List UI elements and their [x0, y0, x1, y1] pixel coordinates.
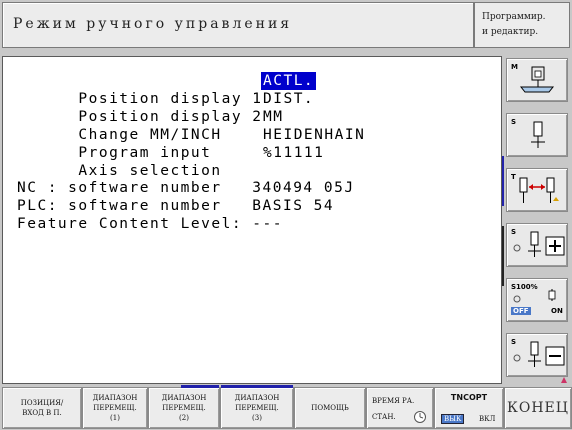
- softkey-label: (1): [110, 414, 120, 422]
- toggle-on-indicator: ВКЛ: [479, 415, 496, 423]
- softkey-tool[interactable]: T: [506, 168, 568, 212]
- softkey-label: (3): [252, 414, 262, 422]
- softkey-label: ДИАПАЗОН: [161, 394, 207, 402]
- secondary-mode-label-2: и редактир.: [482, 27, 539, 37]
- secondary-mode-box[interactable]: Программир. и редактир.: [474, 2, 570, 48]
- softkey-m-function[interactable]: M: [506, 58, 568, 102]
- feature-content-level: Feature Content Level: ---: [17, 216, 283, 232]
- page-title: Режим ручного управления: [13, 16, 293, 32]
- softkey-help[interactable]: ПОМОЩЬ: [294, 387, 366, 429]
- toggle-on-indicator: ON: [551, 307, 563, 315]
- setting-row-axis-selection[interactable]: Axis selection %11111: [17, 144, 322, 179]
- softkey-label: ПЕРЕМЕЩ.: [93, 404, 137, 412]
- mp-settings-panel: Position display 1 ACTL. Position displa…: [2, 56, 502, 384]
- setting-row-position-display-2[interactable]: Position display 2 DIST.: [17, 90, 312, 125]
- softkey-position-entry[interactable]: ПОЗИЦИЯ/ ВХОД В П.: [2, 387, 82, 429]
- active-range-marker: [221, 385, 293, 388]
- softkey-label: ПОМОЩЬ: [311, 404, 349, 412]
- setting-value-selected[interactable]: ACTL.: [261, 72, 317, 90]
- softkey-label: (2): [179, 414, 189, 422]
- setting-value[interactable]: MM: [263, 108, 283, 126]
- softkey-label: ВХОД В П.: [22, 409, 62, 417]
- softkey-label: ДИАПАЗОН: [92, 394, 138, 402]
- setting-value[interactable]: DIST.: [263, 90, 314, 108]
- tnc-screen: Режим ручного управления Программир. и р…: [0, 0, 572, 430]
- machine-table-icon: [519, 66, 555, 93]
- softkey-label: ДИАПАЗОН: [234, 394, 280, 402]
- softkey-spindle-minus[interactable]: S: [506, 333, 568, 377]
- softkey-traverse-range-2[interactable]: ДИАПАЗОН ПЕРЕМЕЩ. (2): [148, 385, 220, 429]
- setting-value[interactable]: HEIDENHAIN: [263, 126, 365, 144]
- mode-title-box: Режим ручного управления: [2, 2, 474, 48]
- setting-row-program-input[interactable]: Program input HEIDENHAIN: [17, 126, 363, 161]
- softkey-machine-time[interactable]: ВРЕМЯ РА. СТАН.: [366, 387, 434, 429]
- softkey-traverse-range-3[interactable]: ДИАПАЗОН ПЕРЕМЕЩ. (3): [220, 385, 294, 429]
- active-range-marker: [181, 385, 219, 388]
- softkey-spindle-plus[interactable]: S: [506, 223, 568, 267]
- spindle-speed-down-icon: [513, 341, 565, 367]
- setting-row-change-mm-inch[interactable]: Change MM/INCH MM: [17, 108, 282, 143]
- sidebar-divider: [502, 226, 504, 286]
- softkey-label: КОНЕЦ: [507, 400, 569, 416]
- vertical-softkey-bar: M S T S S100% OFF ON S: [502, 56, 570, 386]
- spindle-icon: [531, 121, 545, 148]
- toggle-off-indicator: OFF: [511, 307, 531, 315]
- softkey-traverse-range-1[interactable]: ДИАПАЗОН ПЕРЕМЕЩ. (1): [82, 387, 148, 429]
- softkey-tncopt[interactable]: TNCOPT ВЫК ВКЛ: [434, 387, 504, 429]
- setting-key: Axis selection: [78, 163, 222, 179]
- sidebar-active-marker: [502, 156, 504, 206]
- spindle-speed-up-icon: [513, 231, 565, 257]
- softkey-label: ПЕРЕМЕЩ.: [235, 404, 279, 412]
- softkey-label: ВРЕМЯ РА.: [372, 397, 415, 405]
- softkey-spindle-override[interactable]: S100% OFF ON: [506, 278, 568, 322]
- softkey-end[interactable]: КОНЕЦ: [504, 387, 572, 429]
- toggle-off-indicator: ВЫК: [441, 414, 465, 424]
- setting-value[interactable]: %11111: [263, 144, 324, 162]
- softkey-bar: ПОЗИЦИЯ/ ВХОД В П. ДИАПАЗОН ПЕРЕМЕЩ. (1)…: [0, 385, 572, 430]
- softkey-label: ПОЗИЦИЯ/: [20, 399, 64, 407]
- tool-change-icon: [519, 177, 559, 203]
- softkey-label: TNCOPT: [450, 393, 488, 402]
- nc-software-number: NC : software number 340494 05J: [17, 180, 355, 196]
- header-bar: Режим ручного управления Программир. и р…: [2, 2, 570, 48]
- plc-software-number: PLC: software number BASIS 54: [17, 198, 335, 214]
- scroll-indicator-icon: [561, 377, 567, 383]
- setting-row-position-display-1[interactable]: Position display 1 ACTL.: [17, 72, 317, 107]
- softkey-spindle[interactable]: S: [506, 113, 568, 157]
- clock-icon: [414, 411, 426, 423]
- secondary-mode-label-1: Программир.: [482, 12, 546, 22]
- softkey-label: ПЕРЕМЕЩ.: [162, 404, 206, 412]
